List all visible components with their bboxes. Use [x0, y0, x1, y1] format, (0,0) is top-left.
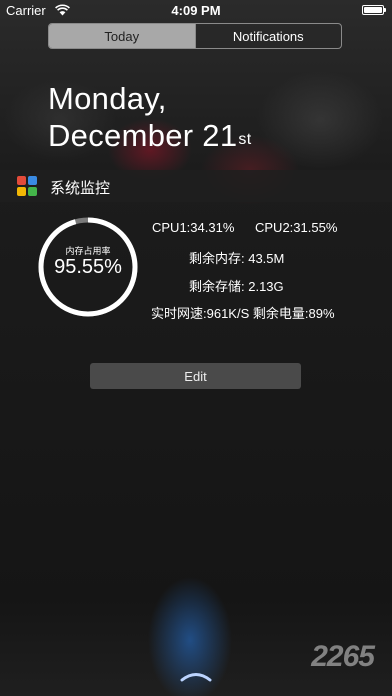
free-memory-stat: 剩余内存: 43.5M [189, 251, 285, 266]
status-bar: Carrier 4:09 PM [0, 0, 392, 20]
date-heading: Monday, December 21st [48, 80, 251, 154]
battery-fill [364, 7, 382, 13]
widget-title: 系统监控 [50, 180, 111, 197]
date-suffix: st [238, 131, 252, 148]
date-month-day-line: December 21st [48, 117, 251, 154]
pull-up-handle-icon[interactable] [176, 670, 216, 682]
widget-header[interactable]: 系统监控 [0, 170, 392, 202]
tab-today[interactable]: Today [49, 24, 195, 48]
battery-icon [362, 5, 386, 15]
watermark-logo: 2265 [311, 640, 375, 673]
cpu1-stat: CPU1:34.31% [152, 220, 235, 235]
date-month-day: December 21 [48, 118, 238, 153]
clock: 4:09 PM [171, 3, 221, 18]
today-notifications-tabs: Today Notifications [48, 23, 342, 49]
free-storage-stat: 剩余存储: 2.13G [189, 279, 284, 294]
tab-notifications[interactable]: Notifications [194, 24, 342, 48]
app-grid-icon [17, 176, 37, 196]
cpu2-stat: CPU2:31.55% [255, 220, 338, 235]
date-weekday: Monday, [48, 81, 167, 116]
edit-button[interactable]: Edit [90, 363, 301, 389]
gauge-value: 95.55% [54, 256, 122, 278]
network-battery-stat: 实时网速:961K/S 剩余电量:89% [151, 306, 335, 321]
